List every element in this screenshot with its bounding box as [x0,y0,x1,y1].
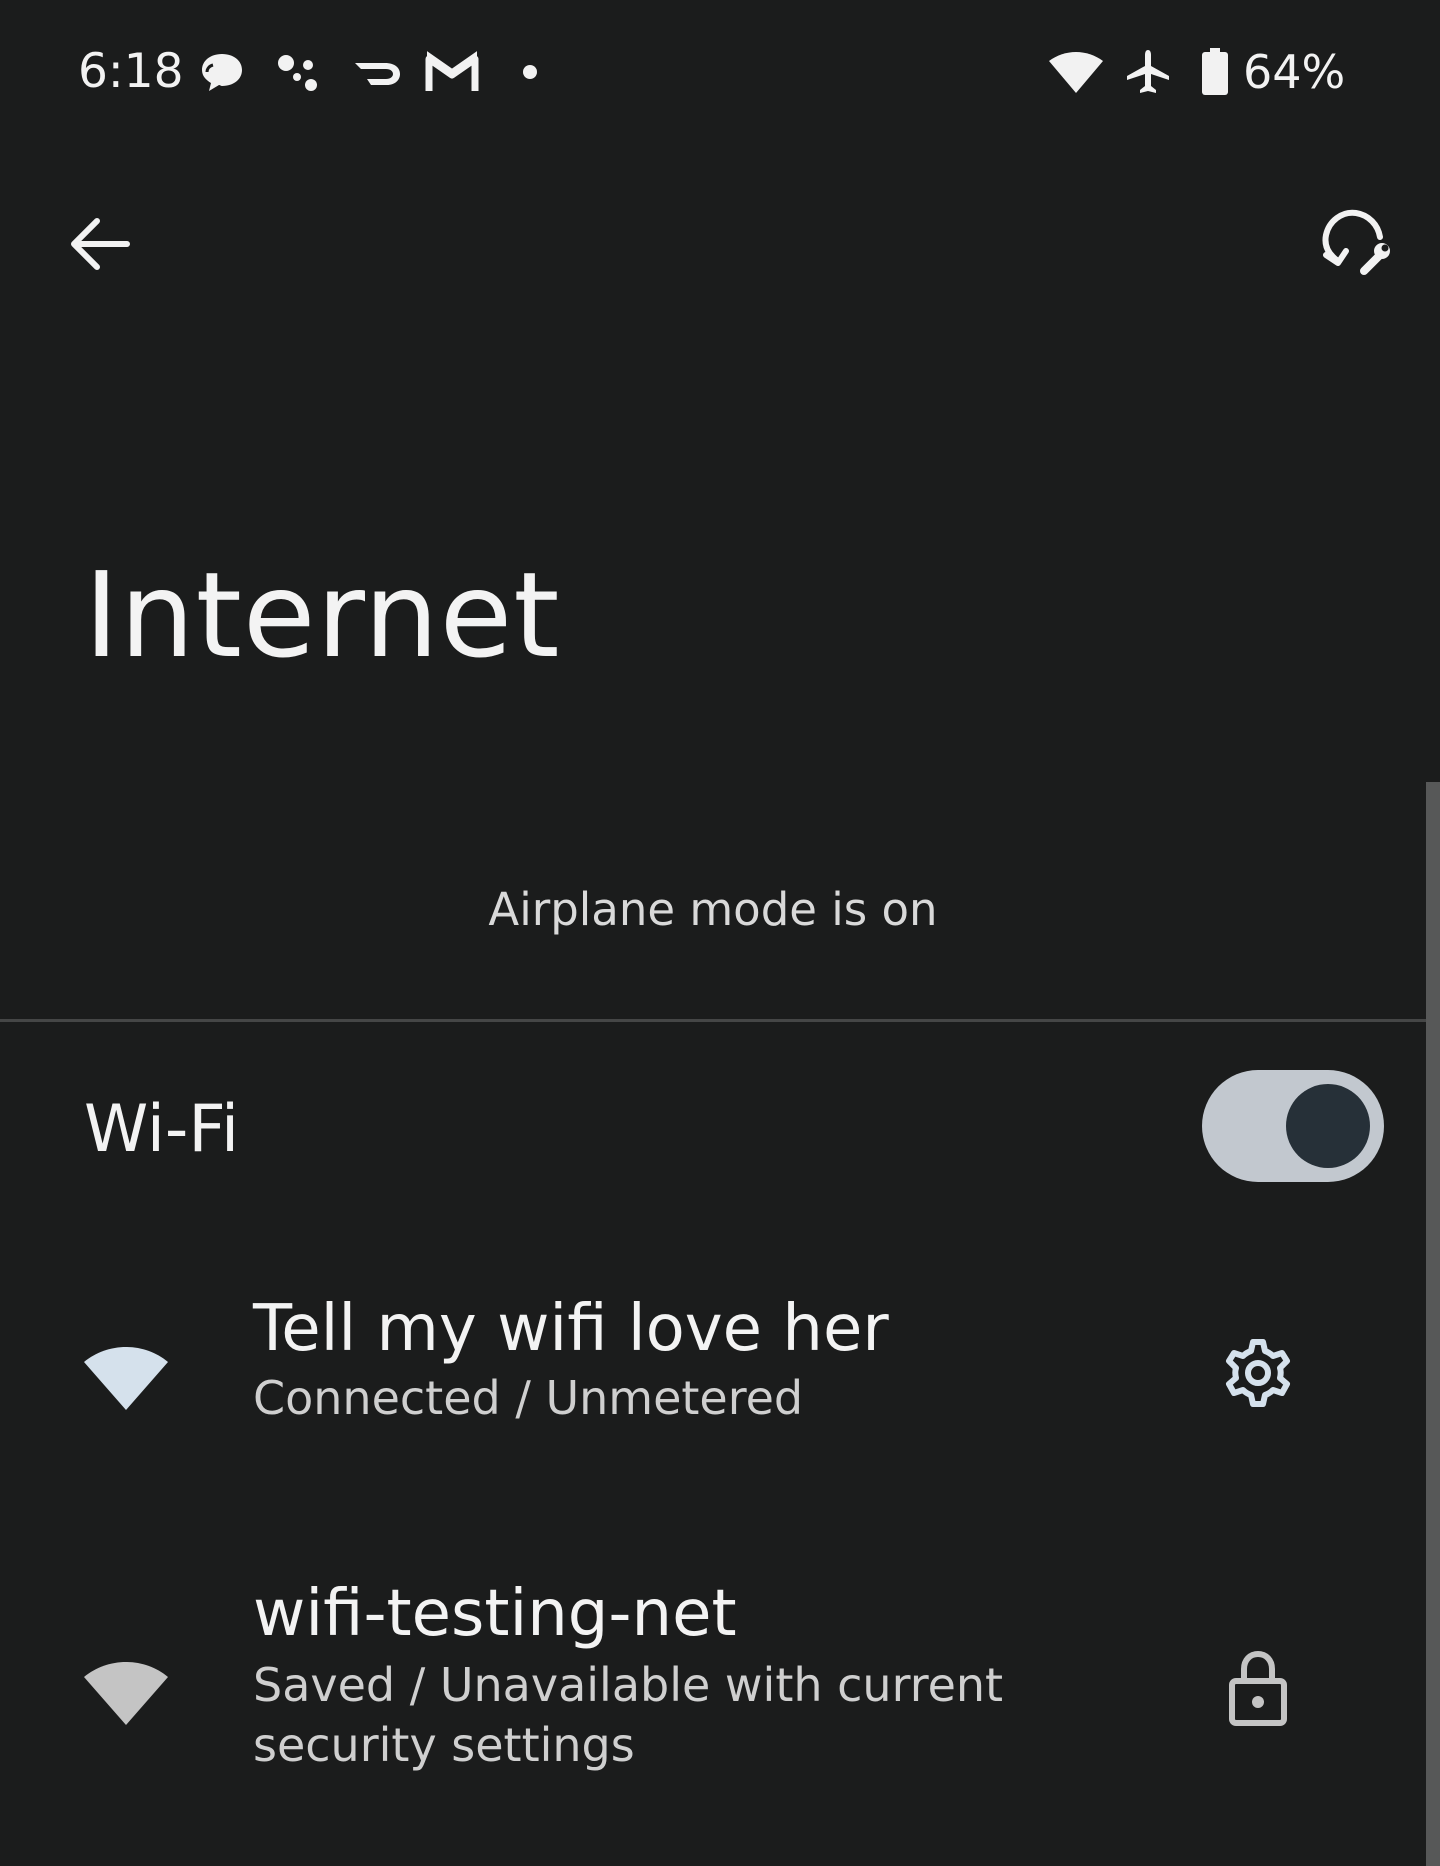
wifi-icon [1046,44,1106,100]
network-name: wifi-testing-net [253,1577,737,1651]
gmail-icon [424,44,480,100]
gear-icon [1220,1335,1296,1415]
airplane-mode-notice: Airplane mode is on [488,883,938,936]
battery-percent: 64% [1243,45,1346,99]
scrollbar[interactable] [1426,782,1440,1866]
status-bar: 6:18 64% [0,0,1440,150]
wifi-signal-icon [82,1655,170,1727]
arrow-back-icon [69,216,131,276]
network-item-tell-my-wifi-love-her[interactable]: Tell my wifi love her Connected / Unmete… [0,1290,1426,1470]
network-item-wifi-testing-net[interactable]: wifi-testing-net Saved / Unavailable wit… [0,1575,1426,1825]
network-status: Connected / Unmetered [253,1371,804,1425]
network-status: Saved / Unavailable with current securit… [253,1658,1004,1772]
lock-icon [1227,1649,1289,1731]
wifi-signal-icon [82,1340,170,1412]
network-lock-indicator [1215,1647,1301,1733]
wifi-toggle-knob [1286,1084,1370,1168]
chat-bubble-icon [198,44,246,100]
network-name: Tell my wifi love her [253,1292,889,1366]
more-dot-icon [520,44,540,100]
wifi-label: Wi-Fi [84,1092,240,1167]
assistant-dots-icon [274,44,324,100]
airplane-icon [1124,44,1172,100]
wifi-toggle-row[interactable]: Wi-Fi [0,1040,1426,1210]
network-reset-icon [1320,205,1392,283]
back-button[interactable] [60,206,140,286]
doordash-icon [352,44,404,100]
battery-icon [1198,44,1232,100]
section-divider [0,1019,1426,1022]
network-settings-button[interactable] [1215,1332,1301,1418]
network-reset-button[interactable] [1316,204,1396,284]
wifi-toggle-switch[interactable] [1202,1070,1384,1182]
page-title: Internet [84,546,561,684]
status-time: 6:18 [78,44,184,99]
